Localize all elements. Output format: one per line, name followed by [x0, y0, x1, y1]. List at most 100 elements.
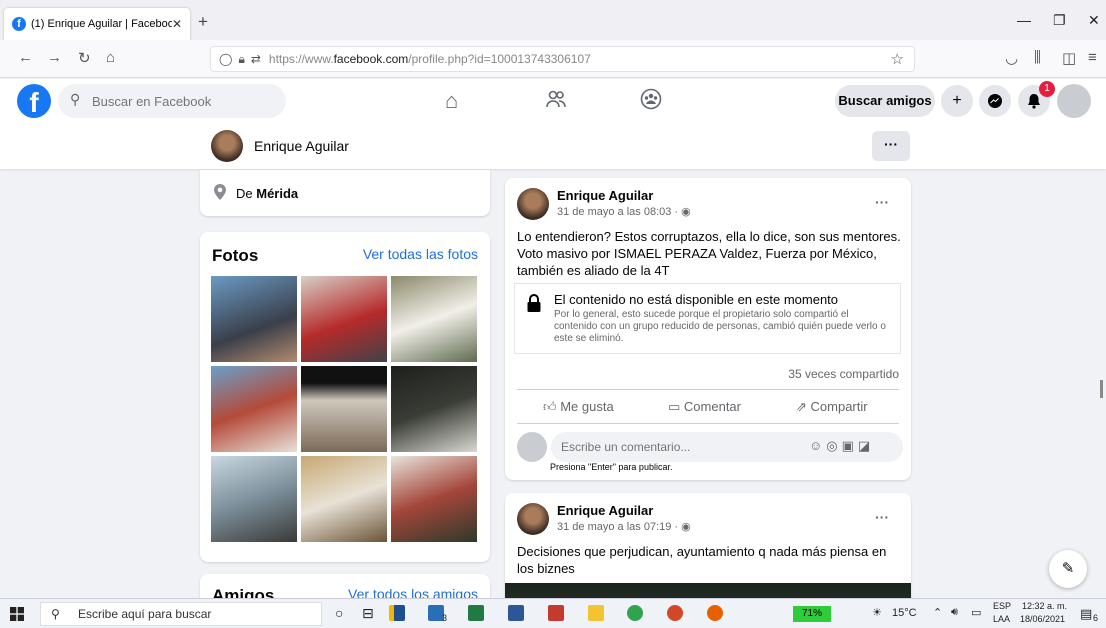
- new-tab-button[interactable]: +: [198, 12, 208, 32]
- photo-thumbnail[interactable]: [301, 366, 387, 452]
- lock-icon: [527, 294, 541, 312]
- divider: [517, 389, 899, 390]
- unavailable-description: Por lo general, esto sucede porque el pr…: [554, 309, 886, 344]
- post-more-icon[interactable]: ···: [875, 509, 889, 525]
- post-author[interactable]: Enrique Aguilar: [557, 503, 653, 518]
- pdf-icon[interactable]: [548, 605, 564, 621]
- mail-badge: 3: [442, 613, 448, 623]
- firefox-icon[interactable]: [707, 605, 723, 621]
- account-avatar[interactable]: [1057, 84, 1091, 118]
- minimize-icon[interactable]: —: [1017, 12, 1031, 28]
- camera-icon[interactable]: ◎: [826, 438, 841, 453]
- close-tab-icon[interactable]: ✕: [172, 17, 182, 31]
- photo-thumbnail[interactable]: [301, 456, 387, 542]
- see-all-photos-link[interactable]: Ver todas las fotos: [363, 246, 478, 262]
- action-center-icon[interactable]: ▤: [1080, 606, 1092, 622]
- tray-chevron-icon[interactable]: ⌃: [933, 606, 942, 619]
- clock-date[interactable]: 18/06/2021: [1020, 614, 1065, 624]
- photo-thumbnail[interactable]: [391, 366, 477, 452]
- powerpoint-icon[interactable]: [667, 605, 683, 621]
- like-button[interactable]: 👍︎ Me gusta: [543, 399, 614, 415]
- photo-thumbnail[interactable]: [301, 276, 387, 362]
- photo-thumbnail[interactable]: [391, 456, 477, 542]
- permissions-icon: ⇄: [250, 52, 261, 66]
- clock-time[interactable]: 12:32 a. m.: [1022, 601, 1067, 611]
- post-date[interactable]: 31 de mayo a las 07:19 · ◉: [557, 520, 691, 533]
- new-message-icon[interactable]: ✎: [1049, 550, 1087, 588]
- facebook-logo-icon[interactable]: f: [17, 84, 51, 118]
- friends-nav-icon[interactable]: [545, 88, 567, 116]
- gif-icon[interactable]: ▣: [842, 438, 858, 453]
- chrome-icon[interactable]: [627, 605, 643, 621]
- sidebar-icon[interactable]: ◫: [1062, 49, 1076, 67]
- excel-icon[interactable]: [468, 605, 484, 621]
- search-icon: ⚲: [51, 607, 60, 621]
- library-icon[interactable]: ⫼: [1034, 49, 1041, 66]
- post-author-avatar[interactable]: [517, 188, 549, 220]
- language[interactable]: ESP: [993, 601, 1011, 611]
- action-center-badge: 6: [1093, 613, 1099, 623]
- messenger-icon[interactable]: [979, 85, 1011, 117]
- commenter-avatar: [517, 432, 547, 462]
- windows-start-icon[interactable]: [10, 607, 24, 621]
- unavailable-title: El contenido no está disponible en este …: [554, 292, 839, 307]
- search-input[interactable]: [58, 84, 286, 118]
- close-window-icon[interactable]: ✕: [1088, 12, 1100, 29]
- groups-nav-icon[interactable]: [640, 88, 662, 116]
- menu-icon[interactable]: ≡: [1088, 49, 1097, 66]
- restore-icon[interactable]: ❐: [1053, 12, 1066, 29]
- word-icon[interactable]: [508, 605, 524, 621]
- cortana-icon[interactable]: ○: [335, 605, 343, 621]
- reload-icon[interactable]: ↻: [78, 49, 91, 67]
- photo-thumbnail[interactable]: [391, 276, 477, 362]
- post-author-avatar[interactable]: [517, 503, 549, 535]
- pocket-icon[interactable]: ◡: [1005, 49, 1018, 67]
- thumbs-up-icon: 👍︎: [543, 399, 561, 414]
- profile-name[interactable]: Enrique Aguilar: [254, 138, 349, 154]
- unavailable-content-box: El contenido no está disponible en este …: [514, 283, 901, 354]
- home-icon[interactable]: ⌂: [106, 49, 115, 66]
- photo-thumbnail[interactable]: [211, 276, 297, 362]
- keyboard-layout[interactable]: LAA: [993, 614, 1010, 624]
- windows-taskbar: ⚲ Escribe aquí para buscar ○ ⊟ 3 71% ☀ 15…: [0, 598, 1106, 628]
- back-icon[interactable]: ←: [18, 49, 33, 66]
- sticker-icon[interactable]: ◪: [858, 438, 874, 453]
- emoji-icon[interactable]: ☺: [809, 438, 826, 453]
- taskbar-search-input[interactable]: ⚲ Escribe aquí para buscar: [40, 602, 322, 626]
- forward-icon[interactable]: →: [47, 49, 62, 66]
- create-icon[interactable]: +: [941, 85, 973, 117]
- comment-button[interactable]: ▭ Comentar: [668, 399, 741, 415]
- file-explorer-icon[interactable]: [588, 605, 604, 621]
- share-button[interactable]: ⇗ Compartir: [796, 399, 868, 415]
- facebook-favicon-icon: f: [12, 17, 26, 31]
- post-date[interactable]: 31 de mayo a las 08:03 · ◉: [557, 205, 691, 218]
- home-nav-icon[interactable]: ⌂: [445, 88, 458, 114]
- temperature[interactable]: 15°C: [892, 607, 917, 619]
- bookmark-star-icon[interactable]: ☆: [891, 50, 904, 68]
- url-domain: facebook.com: [333, 52, 409, 66]
- tab-title: (1) Enrique Aguilar | Facebook: [31, 18, 172, 30]
- volume-icon[interactable]: 🔊︎: [951, 606, 958, 619]
- location-pin-icon: [214, 184, 226, 200]
- share-icon: ⇗: [796, 399, 811, 414]
- weather-icon[interactable]: ☀: [872, 606, 882, 619]
- sticky-app-icon[interactable]: [389, 605, 405, 621]
- photo-thumbnail[interactable]: [211, 366, 297, 452]
- post-author[interactable]: Enrique Aguilar: [557, 188, 653, 203]
- battery-indicator[interactable]: 71%: [793, 606, 831, 622]
- profile-avatar[interactable]: [211, 130, 243, 162]
- scrollbar[interactable]: [1100, 380, 1103, 398]
- search-icon: ⚲: [70, 91, 81, 107]
- find-friends-button[interactable]: Buscar amigos: [835, 85, 935, 117]
- photo-thumbnail[interactable]: [211, 456, 297, 542]
- share-count[interactable]: 35 veces compartido: [788, 367, 899, 381]
- task-view-icon[interactable]: ⊟: [362, 605, 374, 622]
- post-more-icon[interactable]: ···: [875, 194, 889, 210]
- network-icon[interactable]: ▭: [971, 606, 981, 619]
- facebook-header: f ⚲ ⌂ Buscar amigos + 1: [0, 79, 1106, 123]
- profile-more-button[interactable]: ···: [872, 131, 910, 161]
- browser-tab[interactable]: f (1) Enrique Aguilar | Facebook ✕: [4, 8, 190, 40]
- location-city[interactable]: Mérida: [256, 186, 298, 201]
- url-bar[interactable]: ◯ 🔒︎ ⇄ https://www. facebook.com/profile.…: [210, 46, 915, 72]
- profile-sticky-bar: Enrique Aguilar ···: [0, 123, 1106, 169]
